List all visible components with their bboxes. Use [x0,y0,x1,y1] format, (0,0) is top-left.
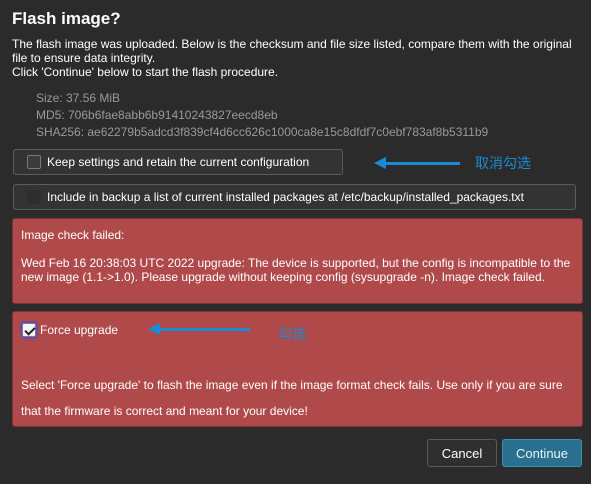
arrow-left-icon [148,323,250,335]
intro-text: The flash image was uploaded. Below is t… [12,37,572,65]
force-upgrade-label: Force upgrade [40,323,119,337]
uncheck-annotation: 取消勾选 [475,155,531,171]
image-check-heading: Image check failed: [21,228,125,242]
file-info: Size: 37.56 MiB MD5: 706b6fae8abb6b91410… [36,90,488,141]
check-annotation: 勾选 [278,326,306,342]
file-md5: MD5: 706b6fae8abb6b91410243827eecd8eb [36,108,278,122]
image-check-alert: Image check failed: Wed Feb 16 20:38:03 … [12,218,583,304]
continue-button[interactable]: Continue [502,439,582,467]
include-packages-checkbox[interactable] [27,190,41,204]
force-upgrade-option[interactable]: Force upgrade [19,323,118,337]
force-upgrade-message: Select 'Force upgrade' to flash the imag… [21,378,563,418]
keep-settings-label: Keep settings and retain the current con… [47,155,310,169]
keep-settings-option[interactable]: Keep settings and retain the current con… [13,149,343,175]
cancel-button[interactable]: Cancel [427,439,497,467]
include-packages-option[interactable]: Include in backup a list of current inst… [13,184,576,210]
image-check-detail: Wed Feb 16 20:38:03 UTC 2022 upgrade: Th… [21,256,571,284]
dialog-title: Flash image? [12,9,121,28]
intro-instruction: Click 'Continue' below to start the flas… [12,65,279,79]
file-sha256: SHA256: ae62279b5adcd3f839cf4d6cc626c100… [36,125,489,139]
keep-settings-checkbox[interactable] [27,155,41,169]
force-upgrade-checkbox[interactable] [22,323,36,337]
include-packages-label: Include in backup a list of current inst… [47,190,524,204]
file-size: Size: 37.56 MiB [36,91,121,105]
dialog-intro: The flash image was uploaded. Below is t… [12,37,582,79]
arrow-left-icon [374,157,460,169]
